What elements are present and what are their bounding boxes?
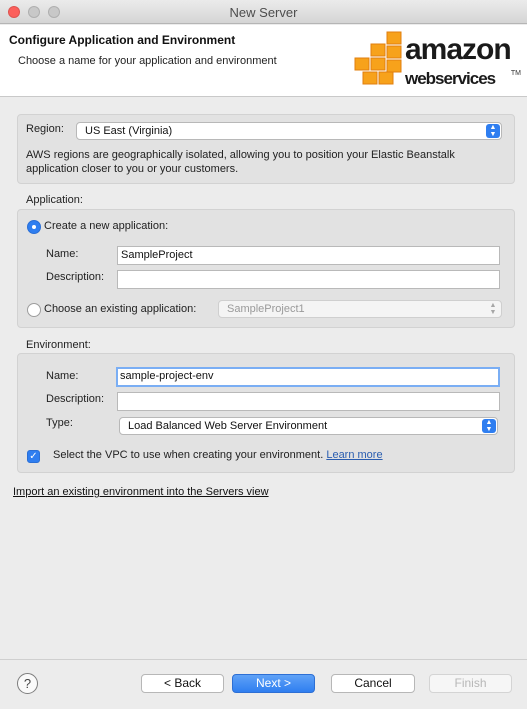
environment-section-label: Environment: bbox=[26, 339, 91, 351]
region-select[interactable]: US East (Virginia) ▲ ▼ bbox=[76, 122, 502, 140]
wizard-header: Configure Application and Environment Ch… bbox=[0, 25, 527, 97]
existing-application-select: SampleProject1 ▲ ▼ bbox=[218, 300, 502, 318]
aws-boxes-icon bbox=[354, 31, 402, 85]
title-bar: New Server bbox=[0, 0, 527, 24]
create-new-application-label[interactable]: Create a new application: bbox=[44, 220, 168, 232]
logo-text-amazon: amazon bbox=[405, 33, 512, 66]
environment-name-label: Name: bbox=[46, 370, 79, 382]
environment-description-input[interactable] bbox=[117, 392, 500, 411]
application-name-input[interactable]: SampleProject bbox=[117, 246, 500, 265]
footer-divider bbox=[0, 659, 527, 660]
cancel-button[interactable]: Cancel bbox=[331, 674, 415, 693]
region-select-chevron-icon: ▲ ▼ bbox=[486, 124, 500, 138]
region-description: AWS regions are geographically isolated,… bbox=[26, 149, 455, 175]
existing-application-value: SampleProject1 bbox=[227, 303, 305, 315]
application-name-label: Name: bbox=[46, 248, 79, 260]
learn-more-link[interactable]: Learn more bbox=[326, 449, 382, 461]
window-title: New Server bbox=[229, 5, 298, 20]
existing-application-chevron-icon: ▲ ▼ bbox=[489, 302, 497, 316]
next-button[interactable]: Next > bbox=[232, 674, 315, 693]
environment-name-input[interactable]: sample-project-env bbox=[116, 367, 500, 387]
environment-type-select[interactable]: Load Balanced Web Server Environment ▲ ▼ bbox=[119, 417, 498, 435]
back-button[interactable]: < Back bbox=[141, 674, 224, 693]
vpc-checkbox[interactable]: ✓ bbox=[27, 450, 40, 463]
choose-existing-application-radio[interactable] bbox=[27, 303, 41, 317]
page-title: Configure Application and Environment bbox=[9, 33, 236, 47]
environment-description-label: Description: bbox=[46, 393, 105, 405]
choose-existing-application-label[interactable]: Choose an existing application: bbox=[44, 303, 196, 315]
logo-trademark: TM bbox=[510, 70, 521, 77]
application-description-input[interactable] bbox=[117, 270, 500, 289]
page-subtitle: Choose a name for your application and e… bbox=[18, 55, 277, 67]
environment-type-value: Load Balanced Web Server Environment bbox=[128, 420, 328, 432]
application-description-label: Description: bbox=[46, 271, 105, 283]
create-new-application-radio[interactable] bbox=[27, 220, 41, 234]
finish-button: Finish bbox=[429, 674, 512, 693]
vpc-text: Select the VPC to use when creating your… bbox=[53, 449, 324, 461]
help-button[interactable]: ? bbox=[17, 673, 38, 694]
environment-type-chevron-icon: ▲ ▼ bbox=[482, 419, 496, 433]
application-section-label: Application: bbox=[26, 194, 83, 206]
vpc-label: Select the VPC to use when creating your… bbox=[53, 449, 383, 461]
logo-text-webservices: webservices bbox=[405, 69, 496, 88]
aws-logo: amazon webservices TM bbox=[353, 28, 521, 94]
import-environment-link[interactable]: Import an existing environment into the … bbox=[13, 486, 269, 498]
environment-type-label: Type: bbox=[46, 417, 73, 429]
region-select-value: US East (Virginia) bbox=[85, 125, 173, 137]
region-label: Region: bbox=[26, 123, 64, 135]
